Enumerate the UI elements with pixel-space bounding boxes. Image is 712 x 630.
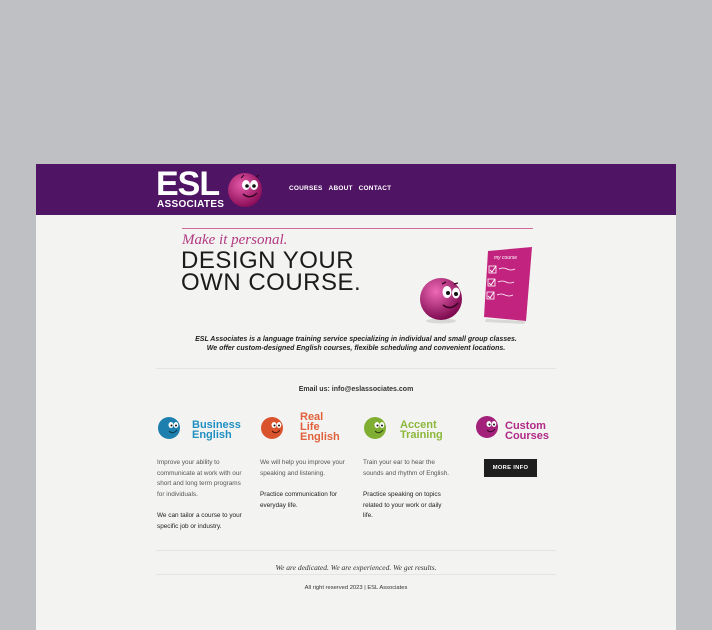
- service-title[interactable]: Real Life English: [300, 412, 340, 443]
- service-note: We can tailor a course to your specific …: [157, 511, 253, 532]
- footer-divider-2: [156, 574, 556, 575]
- nav-courses[interactable]: COURSES: [289, 185, 323, 192]
- text-line: Improve your ability to: [157, 459, 220, 466]
- nav-about[interactable]: ABOUT: [329, 185, 353, 192]
- logo-text[interactable]: ESL: [156, 167, 220, 201]
- text-line: sounds and rhythm of English.: [363, 469, 449, 477]
- accent-face-icon: [364, 417, 386, 439]
- text-line: communicate at work with our: [157, 469, 242, 477]
- text-line: related to your work or daily: [363, 501, 442, 509]
- headline-line-2: OWN COURSE.: [181, 269, 362, 296]
- text-line: We will help you improve your: [260, 459, 345, 466]
- contact-email: Email us: info@eslassociates.com: [156, 386, 556, 393]
- intro-line-1: ESL Associates is a language training se…: [195, 336, 517, 343]
- service-title[interactable]: Business English: [192, 420, 241, 441]
- email-label: Email us:: [298, 386, 330, 393]
- footer-slogan: We are dedicated. We are experienced. We…: [275, 563, 437, 572]
- footer-divider: [156, 550, 556, 551]
- course-sheet-icon: my course: [484, 247, 532, 324]
- intro-text: ESL Associates is a language training se…: [156, 335, 556, 353]
- mascot-logo-icon: [228, 173, 262, 207]
- website-frame: ESL ASSOCIATES COURSES ABOUT CONTACT Mak…: [36, 164, 676, 630]
- section-divider: [156, 368, 556, 369]
- service-note: Practice communication for everyday life…: [260, 490, 356, 511]
- logo-subtext[interactable]: ASSOCIATES: [157, 199, 224, 210]
- title-line: English: [300, 431, 340, 443]
- service-title[interactable]: Accent Training: [400, 420, 443, 441]
- nav-contact[interactable]: CONTACT: [359, 185, 392, 192]
- more-info-button[interactable]: MORE INFO: [484, 459, 537, 477]
- mascot-hero-icon: [420, 278, 462, 324]
- service-note: Practice speaking on topics related to y…: [363, 490, 459, 522]
- custom-face-icon: [476, 416, 498, 438]
- text-line: everyday life.: [260, 501, 298, 509]
- service-description: Train your ear to hear the sounds and rh…: [363, 458, 459, 479]
- service-description: Improve your ability to communicate at w…: [157, 458, 253, 500]
- site-header: ESL ASSOCIATES COURSES ABOUT CONTACT: [36, 164, 676, 215]
- email-link[interactable]: info@eslassociates.com: [332, 386, 414, 393]
- title-line: Courses: [505, 430, 550, 442]
- text-line: specific job or industry.: [157, 522, 222, 530]
- service-title[interactable]: Custom Courses: [505, 421, 550, 442]
- text-line: Practice communication for: [260, 491, 338, 498]
- service-description: We will help you improve your speaking a…: [260, 458, 356, 479]
- title-line: Training: [400, 429, 443, 441]
- main-nav: COURSES ABOUT CONTACT: [289, 185, 391, 192]
- text-line: short and long term programs: [157, 480, 241, 487]
- sheet-label: my course: [494, 255, 517, 261]
- text-line: Train your ear to hear the: [363, 459, 435, 466]
- copyright-text: All right reserved 2023 | ESL Associates: [304, 585, 408, 591]
- title-line: English: [192, 429, 232, 441]
- business-face-icon: [158, 417, 180, 439]
- text-line: for individuals.: [157, 490, 198, 498]
- text-line: life.: [363, 512, 373, 519]
- hero-divider: [182, 228, 533, 229]
- text-line: Practice speaking on topics: [363, 491, 441, 498]
- text-line: speaking and listening.: [260, 469, 326, 477]
- text-line: We can tailor a course to your: [157, 512, 242, 519]
- intro-line-2: We offer custom-designed English courses…: [206, 345, 506, 352]
- hero-headline: DESIGN YOUR OWN COURSE.: [181, 249, 362, 296]
- real-life-face-icon: [261, 417, 283, 439]
